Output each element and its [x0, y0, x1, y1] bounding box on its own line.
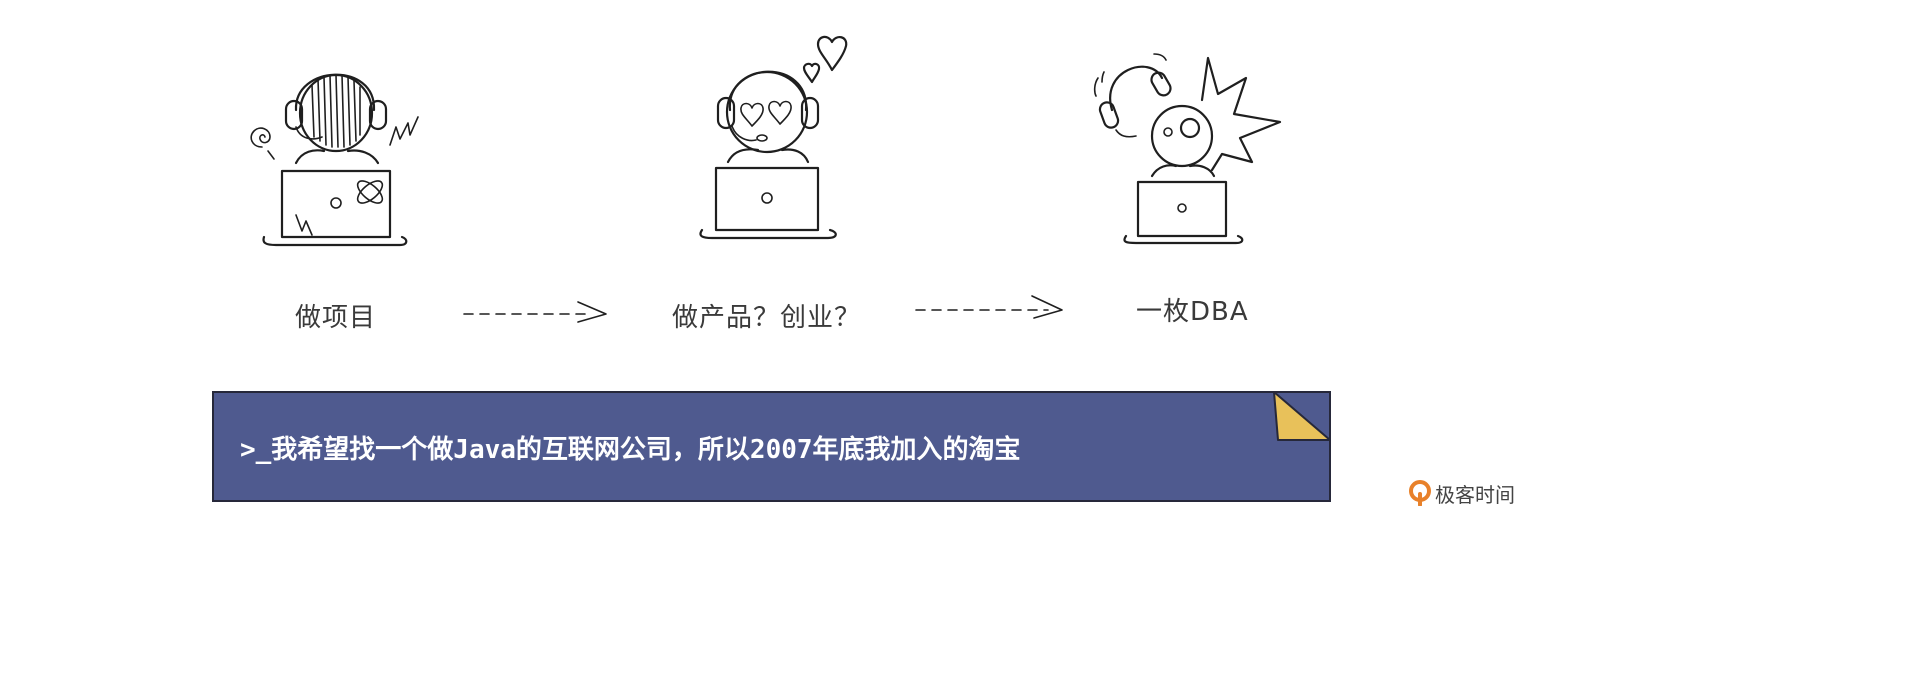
- heart-eyes-developer-icon: [692, 30, 862, 245]
- folded-corner-icon: [1272, 390, 1332, 444]
- stressed-developer-icon: [240, 55, 430, 250]
- dashed-arrow-2: [912, 292, 1067, 322]
- quote-banner: >_我希望找一个做Java的互联网公司，所以2007年底我加入的淘宝: [212, 391, 1331, 502]
- exploding-dba-icon: [1090, 50, 1285, 245]
- banner-text: >_我希望找一个做Java的互联网公司，所以2007年底我加入的淘宝: [240, 435, 1021, 465]
- geektime-logo-icon: [1409, 480, 1431, 506]
- stage-label-project: 做项目: [295, 303, 377, 333]
- stage-label-dba: 一枚DBA: [1136, 297, 1249, 327]
- logo-text: 极客时间: [1435, 482, 1515, 507]
- dashed-arrow-1: [460, 296, 610, 326]
- logo: 极客时间: [1409, 479, 1515, 507]
- stage-label-product-startup: 做产品？创业？: [672, 303, 862, 333]
